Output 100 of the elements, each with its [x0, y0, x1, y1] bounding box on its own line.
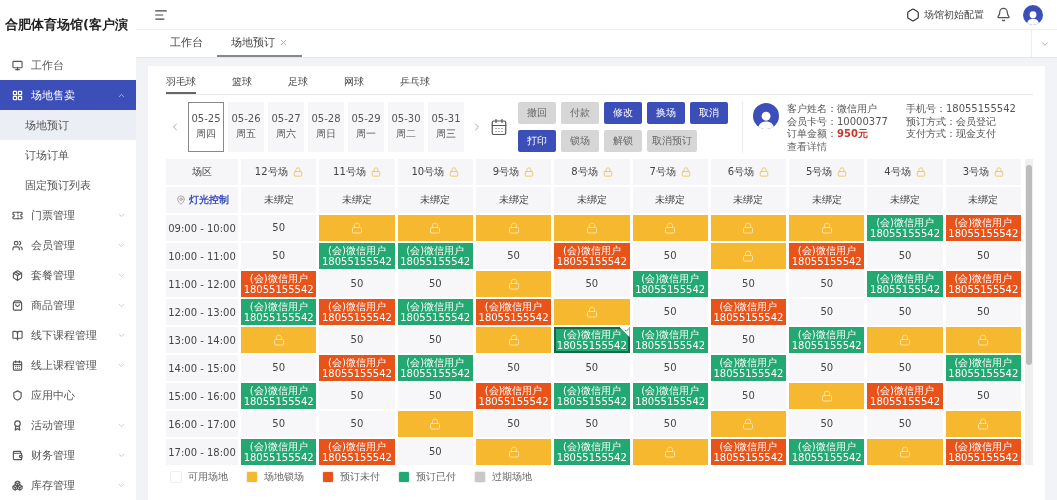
available-slot[interactable]: 50 [789, 299, 865, 325]
locked-slot[interactable] [554, 215, 630, 241]
available-slot[interactable]: 50 [241, 411, 317, 437]
available-slot[interactable]: 50 [475, 355, 552, 381]
locked-slot[interactable] [710, 243, 787, 269]
date-button[interactable]: 05-26 周五 [228, 102, 264, 152]
booked-slot[interactable]: (会)微信用户 18055155542 [319, 299, 395, 325]
locked-slot[interactable] [475, 439, 552, 465]
available-slot[interactable]: 50 [475, 411, 552, 437]
sidebar-subitem[interactable]: 场地预订 [0, 110, 136, 140]
booked-slot[interactable]: (会)微信用户 18055155542 [241, 271, 317, 297]
locked-slot[interactable] [945, 327, 1021, 353]
available-slot[interactable]: 50 [475, 243, 552, 269]
booked-slot[interactable]: (会)微信用户 18055155542 [710, 299, 787, 325]
available-slot[interactable]: 50 [241, 355, 317, 381]
available-slot[interactable]: 50 [397, 439, 473, 465]
available-slot[interactable]: 50 [632, 355, 708, 381]
sport-tab[interactable]: 网球 [344, 72, 364, 94]
page-tab[interactable]: 场地预订 [217, 30, 302, 57]
bell-icon[interactable] [996, 7, 1011, 22]
lock-icon[interactable] [915, 167, 926, 177]
locked-slot[interactable] [397, 411, 473, 437]
available-slot[interactable]: 50 [867, 243, 943, 269]
available-slot[interactable]: 50 [554, 271, 630, 297]
action-button[interactable]: 换场 [647, 102, 685, 124]
menu-icon[interactable] [154, 7, 168, 22]
locked-slot[interactable] [554, 299, 630, 325]
date-button[interactable]: 05-25 周四 [188, 102, 224, 152]
available-slot[interactable]: 50 [319, 327, 395, 353]
locked-slot[interactable] [475, 327, 552, 353]
date-button[interactable]: 05-27 周六 [268, 102, 304, 152]
locked-slot[interactable] [789, 215, 865, 241]
sidebar-subitem[interactable]: 订场订单 [0, 140, 136, 170]
lock-icon[interactable] [602, 167, 613, 177]
date-button[interactable]: 05-31 周三 [428, 102, 464, 152]
sidebar-item[interactable]: 场地售卖 [0, 80, 136, 110]
available-slot[interactable]: 50 [867, 299, 943, 325]
booked-slot[interactable]: (会)微信用户 18055155542 [945, 215, 1021, 241]
locked-slot[interactable] [397, 215, 473, 241]
lock-icon[interactable] [449, 167, 460, 177]
locked-slot[interactable] [945, 411, 1021, 437]
sidebar-item[interactable]: 会员管理 [0, 230, 136, 260]
available-slot[interactable]: 50 [710, 383, 787, 409]
action-button[interactable]: 修改 [604, 102, 642, 124]
available-slot[interactable]: 50 [241, 215, 317, 241]
light-control-button[interactable]: 灯光控制 [166, 187, 238, 213]
available-slot[interactable]: 50 [632, 299, 708, 325]
sport-tab[interactable]: 足球 [288, 72, 308, 94]
sidebar-item[interactable]: 工作台 [0, 50, 136, 80]
available-slot[interactable]: 50 [710, 271, 787, 297]
sidebar-item[interactable]: 应用中心 [0, 380, 136, 410]
lock-icon[interactable] [759, 167, 770, 177]
close-icon[interactable] [279, 38, 288, 47]
lock-icon[interactable] [370, 167, 381, 177]
locked-slot[interactable] [632, 215, 708, 241]
available-slot[interactable]: 50 [789, 271, 865, 297]
view-details-link[interactable]: 查看详情 [787, 140, 888, 153]
sidebar-item[interactable]: 库存管理 [0, 470, 136, 500]
available-slot[interactable]: 50 [945, 243, 1021, 269]
locked-slot[interactable] [241, 327, 317, 353]
available-slot[interactable]: 50 [554, 411, 630, 437]
sidebar-item[interactable]: 套餐管理 [0, 260, 136, 290]
locked-slot[interactable] [710, 215, 787, 241]
available-slot[interactable]: 50 [241, 243, 317, 269]
sidebar-item[interactable]: 线下课程管理 [0, 320, 136, 350]
booked-slot[interactable]: (会)微信用户 18055155542 [475, 299, 552, 325]
sport-tab[interactable]: 羽毛球 [166, 72, 196, 94]
sidebar-item[interactable]: 门票管理 [0, 200, 136, 230]
booked-slot[interactable]: (会)微信用户 18055155542 [789, 243, 865, 269]
available-slot[interactable]: 50 [945, 383, 1021, 409]
sidebar-subitem[interactable]: 固定预订列表 [0, 170, 136, 200]
locked-slot[interactable] [710, 411, 787, 437]
sport-tab[interactable]: 乒乓球 [400, 72, 430, 94]
available-slot[interactable]: 50 [789, 355, 865, 381]
sport-tab[interactable]: 篮球 [232, 72, 252, 94]
sidebar-item[interactable]: 商品管理 [0, 290, 136, 320]
booked-slot[interactable]: (会)微信用户 18055155542 [945, 439, 1021, 465]
locked-slot[interactable] [632, 439, 708, 465]
locked-slot[interactable] [475, 271, 552, 297]
lock-icon[interactable] [680, 167, 691, 177]
available-slot[interactable]: 50 [319, 383, 395, 409]
available-slot[interactable]: 50 [319, 271, 395, 297]
sidebar-item[interactable]: 财务管理 [0, 440, 136, 470]
booked-slot[interactable]: (会)微信用户 18055155542 [867, 383, 943, 409]
date-button[interactable]: 05-29 周一 [348, 102, 384, 152]
locked-slot[interactable] [475, 215, 552, 241]
available-slot[interactable]: 50 [710, 327, 787, 353]
venue-config-link[interactable]: 场馆初始配置 [906, 7, 984, 22]
sidebar-item[interactable]: 线上课程管理 [0, 350, 136, 380]
booked-slot[interactable]: (会)微信用户 18055155542 [554, 243, 630, 269]
date-button[interactable]: 05-30 周二 [388, 102, 424, 152]
date-button[interactable]: 05-28 周日 [308, 102, 344, 152]
scrollbar[interactable] [1025, 159, 1033, 465]
user-avatar[interactable] [1023, 4, 1043, 25]
booked-slot[interactable]: (会)微信用户 18055155542 [945, 271, 1021, 297]
available-slot[interactable]: 50 [397, 383, 473, 409]
available-slot[interactable]: 50 [632, 411, 708, 437]
available-slot[interactable]: 50 [867, 355, 943, 381]
calendar-icon[interactable] [490, 118, 508, 136]
page-tab[interactable]: 工作台 [156, 30, 217, 57]
